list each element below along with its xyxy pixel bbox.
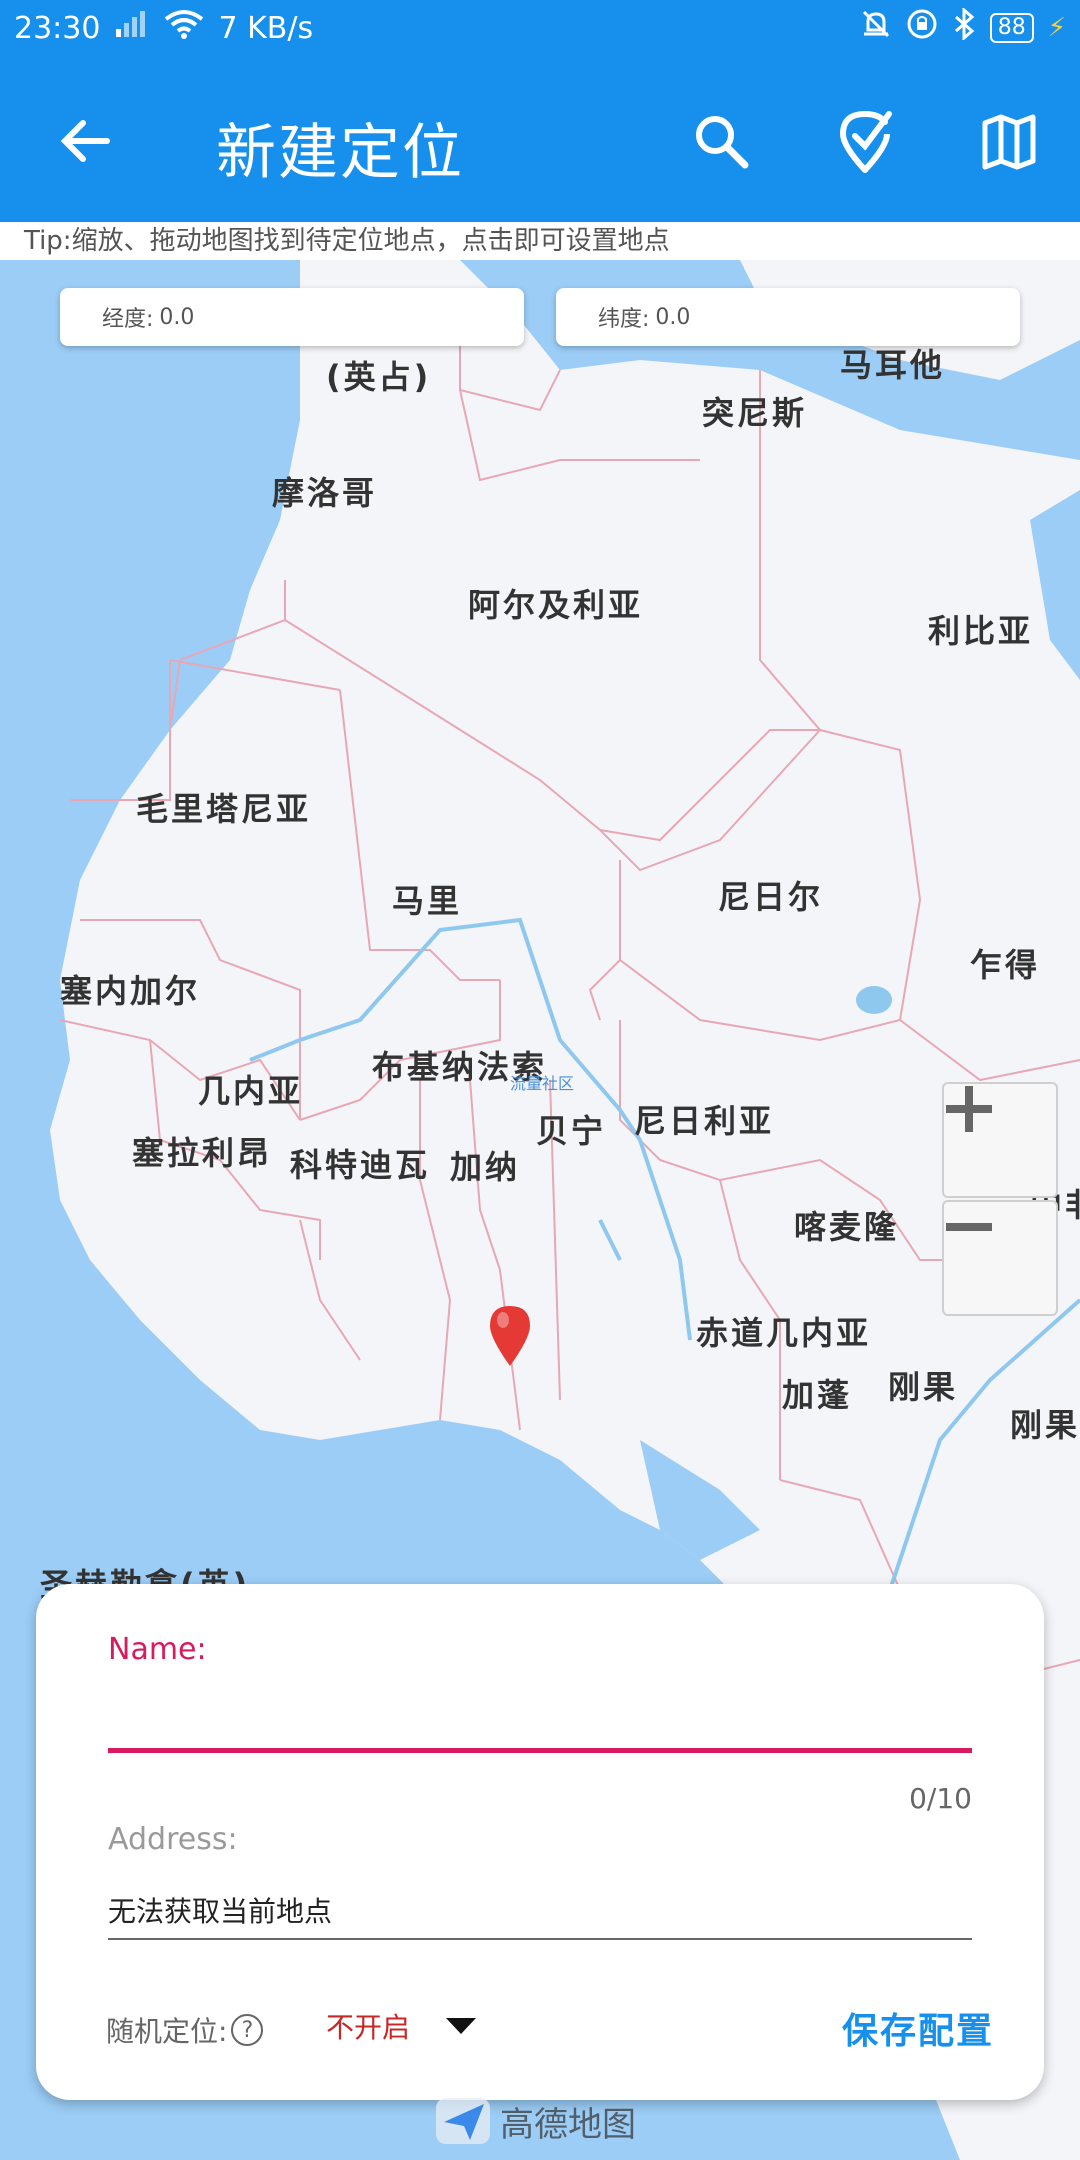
map-label-congo-dr: 刚果 <box>1010 1406 1080 1444</box>
map-label-eq-guinea: 赤道几内亚 <box>696 1314 872 1352</box>
address-input-underline <box>108 1938 972 1940</box>
random-location-text: 随机定位: <box>106 2015 228 2048</box>
map-label-congo: 刚果 <box>888 1368 959 1406</box>
random-location-select[interactable]: 不开启 <box>326 2006 477 2046</box>
minus-icon <box>946 1223 992 1231</box>
map-label-gabon: 加蓬 <box>782 1376 853 1414</box>
amap-logo-icon <box>436 2098 490 2144</box>
wifi-icon <box>164 9 204 47</box>
tip-text: Tip:缩放、拖动地图找到待定位地点，点击即可设置地点 <box>0 222 1080 260</box>
zoom-in-button[interactable] <box>942 1082 1058 1198</box>
name-input[interactable] <box>108 1684 972 1744</box>
app-bar: 新建定位 <box>0 56 1080 222</box>
name-char-counter: 0/10 <box>909 1782 972 1815</box>
map-label-ghana: 加纳 <box>450 1148 521 1186</box>
map-label-malta: 马耳他 <box>840 346 946 384</box>
name-input-underline <box>108 1748 972 1753</box>
map-label-guinea: 几内亚 <box>198 1072 304 1110</box>
help-icon[interactable]: ? <box>231 2014 264 2046</box>
search-button[interactable] <box>676 96 766 186</box>
map-label-sierra-leone: 塞拉利昂 <box>132 1134 273 1172</box>
map-label-algeria: 阿尔及利亚 <box>468 586 644 624</box>
map-label-libya: 利比亚 <box>928 612 1034 650</box>
longitude-box: 经度: 0.0 <box>60 288 524 346</box>
map-label-benin: 贝宁 <box>536 1112 607 1150</box>
map-label-nigeria: 尼日利亚 <box>634 1102 775 1140</box>
map-button[interactable] <box>964 96 1054 186</box>
longitude-label: 经度: <box>102 307 154 332</box>
map-label-cameroon: 喀麦隆 <box>794 1208 900 1246</box>
network-speed: 7 KB/s <box>218 10 314 46</box>
status-bar: 23:30 7 KB/s 88 ⚡ <box>0 0 1080 56</box>
map-label-ivory-coast: 科特迪瓦 <box>290 1146 431 1184</box>
page-title: 新建定位 <box>216 118 464 188</box>
random-location-label: 随机定位: ? <box>106 2010 264 2050</box>
map-label-mauritania: 毛里塔尼亚 <box>136 790 312 828</box>
map-icon <box>982 114 1036 170</box>
signal-icon <box>114 9 150 47</box>
map-label-mali: 马里 <box>392 882 463 920</box>
longitude-value: 0.0 <box>159 304 195 330</box>
map-label-morocco: 摩洛哥 <box>272 474 378 512</box>
plus-icon <box>946 1086 992 1132</box>
bluetooth-icon <box>952 6 976 48</box>
arrow-left-icon <box>60 120 110 162</box>
map-label-senegal: 塞内加尔 <box>60 972 201 1010</box>
charging-icon: ⚡ <box>1047 13 1066 43</box>
latitude-label: 纬度: <box>598 307 650 332</box>
amap-logo: 高德地图 <box>434 2096 636 2146</box>
latitude-value: 0.0 <box>655 304 691 330</box>
location-check-button[interactable] <box>820 96 910 186</box>
location-check-icon <box>839 110 892 173</box>
address-input[interactable]: 无法获取当前地点 <box>108 1890 332 1930</box>
lock-rotation-icon <box>906 8 938 48</box>
battery-icon: 88 <box>989 13 1034 43</box>
map-label-chad: 乍得 <box>970 946 1041 984</box>
random-location-value: 不开启 <box>326 2011 411 2044</box>
amap-logo-text: 高德地图 <box>500 2104 636 2145</box>
address-label: Address: <box>108 1822 238 1857</box>
map-label-ying-zhan: (英占) <box>326 358 432 396</box>
location-marker-icon[interactable] <box>486 1304 534 1368</box>
name-label: Name: <box>108 1632 207 1667</box>
save-config-button[interactable]: 保存配置 <box>842 2002 994 2054</box>
back-button[interactable] <box>40 96 130 186</box>
map-watermark: 流量社区 <box>510 1074 575 1093</box>
caret-down-icon <box>446 2018 477 2034</box>
bell-muted-icon <box>860 8 892 48</box>
search-icon <box>696 116 749 169</box>
status-time: 23:30 <box>14 10 101 46</box>
zoom-out-button[interactable] <box>942 1200 1058 1316</box>
latitude-box: 纬度: 0.0 <box>556 288 1020 346</box>
map-label-tunisia: 突尼斯 <box>702 394 808 432</box>
map-label-niger: 尼日尔 <box>718 878 824 916</box>
location-form-card: Name: 0/10 Address: 无法获取当前地点 随机定位: ? 不开启… <box>36 1584 1044 2100</box>
